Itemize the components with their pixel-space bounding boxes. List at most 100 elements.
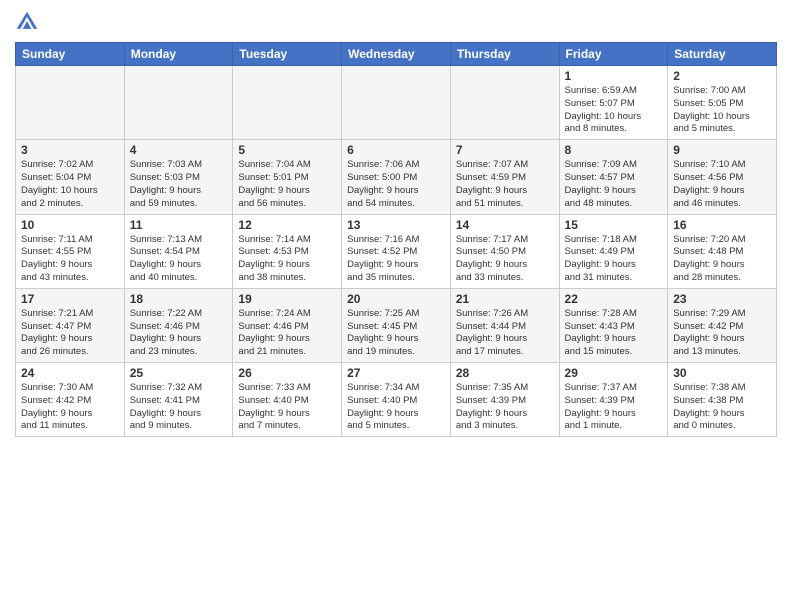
calendar-cell: 8 Sunrise: 7:09 AM Sunset: 4:57 PM Daylig… (559, 140, 668, 214)
calendar-cell: 1 Sunrise: 6:59 AM Sunset: 5:07 PM Daylig… (559, 66, 668, 140)
week-row-1: 1 Sunrise: 6:59 AM Sunset: 5:07 PM Daylig… (16, 66, 777, 140)
logo (15, 10, 43, 34)
day-info: Sunrise: 7:37 AM Sunset: 4:39 PM Dayligh… (565, 382, 663, 433)
day-number: 27 (347, 366, 445, 380)
day-number: 6 (347, 143, 445, 157)
day-number: 4 (130, 143, 228, 157)
day-info: Sunrise: 7:18 AM Sunset: 4:49 PM Dayligh… (565, 234, 663, 285)
calendar-cell: 21 Sunrise: 7:26 AM Sunset: 4:44 PM Dayli… (450, 288, 559, 362)
day-info: Sunrise: 7:16 AM Sunset: 4:52 PM Dayligh… (347, 234, 445, 285)
day-number: 28 (456, 366, 554, 380)
day-number: 11 (130, 218, 228, 232)
day-number: 12 (238, 218, 336, 232)
calendar-cell: 24 Sunrise: 7:30 AM Sunset: 4:42 PM Dayli… (16, 363, 125, 437)
day-number: 26 (238, 366, 336, 380)
calendar-cell: 5 Sunrise: 7:04 AM Sunset: 5:01 PM Daylig… (233, 140, 342, 214)
day-info: Sunrise: 7:21 AM Sunset: 4:47 PM Dayligh… (21, 308, 119, 359)
day-number: 17 (21, 292, 119, 306)
day-number: 23 (673, 292, 771, 306)
day-info: Sunrise: 7:38 AM Sunset: 4:38 PM Dayligh… (673, 382, 771, 433)
day-number: 13 (347, 218, 445, 232)
day-info: Sunrise: 7:25 AM Sunset: 4:45 PM Dayligh… (347, 308, 445, 359)
day-info: Sunrise: 7:10 AM Sunset: 4:56 PM Dayligh… (673, 159, 771, 210)
calendar-cell: 22 Sunrise: 7:28 AM Sunset: 4:43 PM Dayli… (559, 288, 668, 362)
day-number: 1 (565, 69, 663, 83)
calendar-cell (342, 66, 451, 140)
calendar-header-row: SundayMondayTuesdayWednesdayThursdayFrid… (16, 43, 777, 66)
calendar-cell (124, 66, 233, 140)
calendar-cell: 25 Sunrise: 7:32 AM Sunset: 4:41 PM Dayli… (124, 363, 233, 437)
day-info: Sunrise: 7:09 AM Sunset: 4:57 PM Dayligh… (565, 159, 663, 210)
day-info: Sunrise: 7:28 AM Sunset: 4:43 PM Dayligh… (565, 308, 663, 359)
day-info: Sunrise: 7:34 AM Sunset: 4:40 PM Dayligh… (347, 382, 445, 433)
day-info: Sunrise: 7:17 AM Sunset: 4:50 PM Dayligh… (456, 234, 554, 285)
day-number: 29 (565, 366, 663, 380)
day-info: Sunrise: 7:24 AM Sunset: 4:46 PM Dayligh… (238, 308, 336, 359)
week-row-4: 17 Sunrise: 7:21 AM Sunset: 4:47 PM Dayli… (16, 288, 777, 362)
calendar-cell (233, 66, 342, 140)
day-info: Sunrise: 7:26 AM Sunset: 4:44 PM Dayligh… (456, 308, 554, 359)
day-info: Sunrise: 7:07 AM Sunset: 4:59 PM Dayligh… (456, 159, 554, 210)
calendar-cell: 28 Sunrise: 7:35 AM Sunset: 4:39 PM Dayli… (450, 363, 559, 437)
week-row-2: 3 Sunrise: 7:02 AM Sunset: 5:04 PM Daylig… (16, 140, 777, 214)
day-number: 7 (456, 143, 554, 157)
day-number: 25 (130, 366, 228, 380)
day-number: 5 (238, 143, 336, 157)
calendar-cell: 19 Sunrise: 7:24 AM Sunset: 4:46 PM Dayli… (233, 288, 342, 362)
column-header-tuesday: Tuesday (233, 43, 342, 66)
calendar-cell: 7 Sunrise: 7:07 AM Sunset: 4:59 PM Daylig… (450, 140, 559, 214)
day-info: Sunrise: 7:32 AM Sunset: 4:41 PM Dayligh… (130, 382, 228, 433)
day-info: Sunrise: 7:11 AM Sunset: 4:55 PM Dayligh… (21, 234, 119, 285)
page-header (15, 10, 777, 34)
calendar-cell: 2 Sunrise: 7:00 AM Sunset: 5:05 PM Daylig… (668, 66, 777, 140)
day-number: 2 (673, 69, 771, 83)
week-row-5: 24 Sunrise: 7:30 AM Sunset: 4:42 PM Dayli… (16, 363, 777, 437)
day-number: 22 (565, 292, 663, 306)
calendar-cell: 16 Sunrise: 7:20 AM Sunset: 4:48 PM Dayli… (668, 214, 777, 288)
column-header-monday: Monday (124, 43, 233, 66)
day-info: Sunrise: 7:29 AM Sunset: 4:42 PM Dayligh… (673, 308, 771, 359)
day-info: Sunrise: 7:30 AM Sunset: 4:42 PM Dayligh… (21, 382, 119, 433)
calendar-cell: 20Sunrise: 7:25 AM Sunset: 4:45 PM Dayli… (342, 288, 451, 362)
day-info: Sunrise: 7:20 AM Sunset: 4:48 PM Dayligh… (673, 234, 771, 285)
day-number: 24 (21, 366, 119, 380)
calendar-cell: 6 Sunrise: 7:06 AM Sunset: 5:00 PM Daylig… (342, 140, 451, 214)
calendar-cell: 15 Sunrise: 7:18 AM Sunset: 4:49 PM Dayli… (559, 214, 668, 288)
calendar-cell: 17 Sunrise: 7:21 AM Sunset: 4:47 PM Dayli… (16, 288, 125, 362)
day-info: Sunrise: 7:02 AM Sunset: 5:04 PM Dayligh… (21, 159, 119, 210)
calendar-cell: 3 Sunrise: 7:02 AM Sunset: 5:04 PM Daylig… (16, 140, 125, 214)
column-header-friday: Friday (559, 43, 668, 66)
calendar-table: SundayMondayTuesdayWednesdayThursdayFrid… (15, 42, 777, 437)
calendar-cell: 27 Sunrise: 7:34 AM Sunset: 4:40 PM Dayli… (342, 363, 451, 437)
day-info: Sunrise: 7:00 AM Sunset: 5:05 PM Dayligh… (673, 85, 771, 136)
column-header-saturday: Saturday (668, 43, 777, 66)
day-number: 16 (673, 218, 771, 232)
day-info: Sunrise: 7:13 AM Sunset: 4:54 PM Dayligh… (130, 234, 228, 285)
calendar-cell: 9 Sunrise: 7:10 AM Sunset: 4:56 PM Daylig… (668, 140, 777, 214)
day-info: Sunrise: 6:59 AM Sunset: 5:07 PM Dayligh… (565, 85, 663, 136)
day-number: 15 (565, 218, 663, 232)
day-info: Sunrise: 7:35 AM Sunset: 4:39 PM Dayligh… (456, 382, 554, 433)
calendar-cell: 12 Sunrise: 7:14 AM Sunset: 4:53 PM Dayli… (233, 214, 342, 288)
week-row-3: 10Sunrise: 7:11 AM Sunset: 4:55 PM Dayli… (16, 214, 777, 288)
day-number: 30 (673, 366, 771, 380)
day-number: 19 (238, 292, 336, 306)
calendar-cell: 10Sunrise: 7:11 AM Sunset: 4:55 PM Dayli… (16, 214, 125, 288)
calendar-cell: 14Sunrise: 7:17 AM Sunset: 4:50 PM Dayli… (450, 214, 559, 288)
day-info: Sunrise: 7:14 AM Sunset: 4:53 PM Dayligh… (238, 234, 336, 285)
calendar-cell: 23 Sunrise: 7:29 AM Sunset: 4:42 PM Dayli… (668, 288, 777, 362)
day-number: 9 (673, 143, 771, 157)
calendar-cell: 13 Sunrise: 7:16 AM Sunset: 4:52 PM Dayli… (342, 214, 451, 288)
day-number: 3 (21, 143, 119, 157)
day-info: Sunrise: 7:33 AM Sunset: 4:40 PM Dayligh… (238, 382, 336, 433)
calendar-cell: 4Sunrise: 7:03 AM Sunset: 5:03 PM Daylig… (124, 140, 233, 214)
day-number: 18 (130, 292, 228, 306)
calendar-cell: 29 Sunrise: 7:37 AM Sunset: 4:39 PM Dayli… (559, 363, 668, 437)
day-info: Sunrise: 7:06 AM Sunset: 5:00 PM Dayligh… (347, 159, 445, 210)
day-info: Sunrise: 7:04 AM Sunset: 5:01 PM Dayligh… (238, 159, 336, 210)
day-number: 21 (456, 292, 554, 306)
day-number: 8 (565, 143, 663, 157)
column-header-sunday: Sunday (16, 43, 125, 66)
calendar-cell: 26 Sunrise: 7:33 AM Sunset: 4:40 PM Dayli… (233, 363, 342, 437)
calendar-cell: 30 Sunrise: 7:38 AM Sunset: 4:38 PM Dayli… (668, 363, 777, 437)
